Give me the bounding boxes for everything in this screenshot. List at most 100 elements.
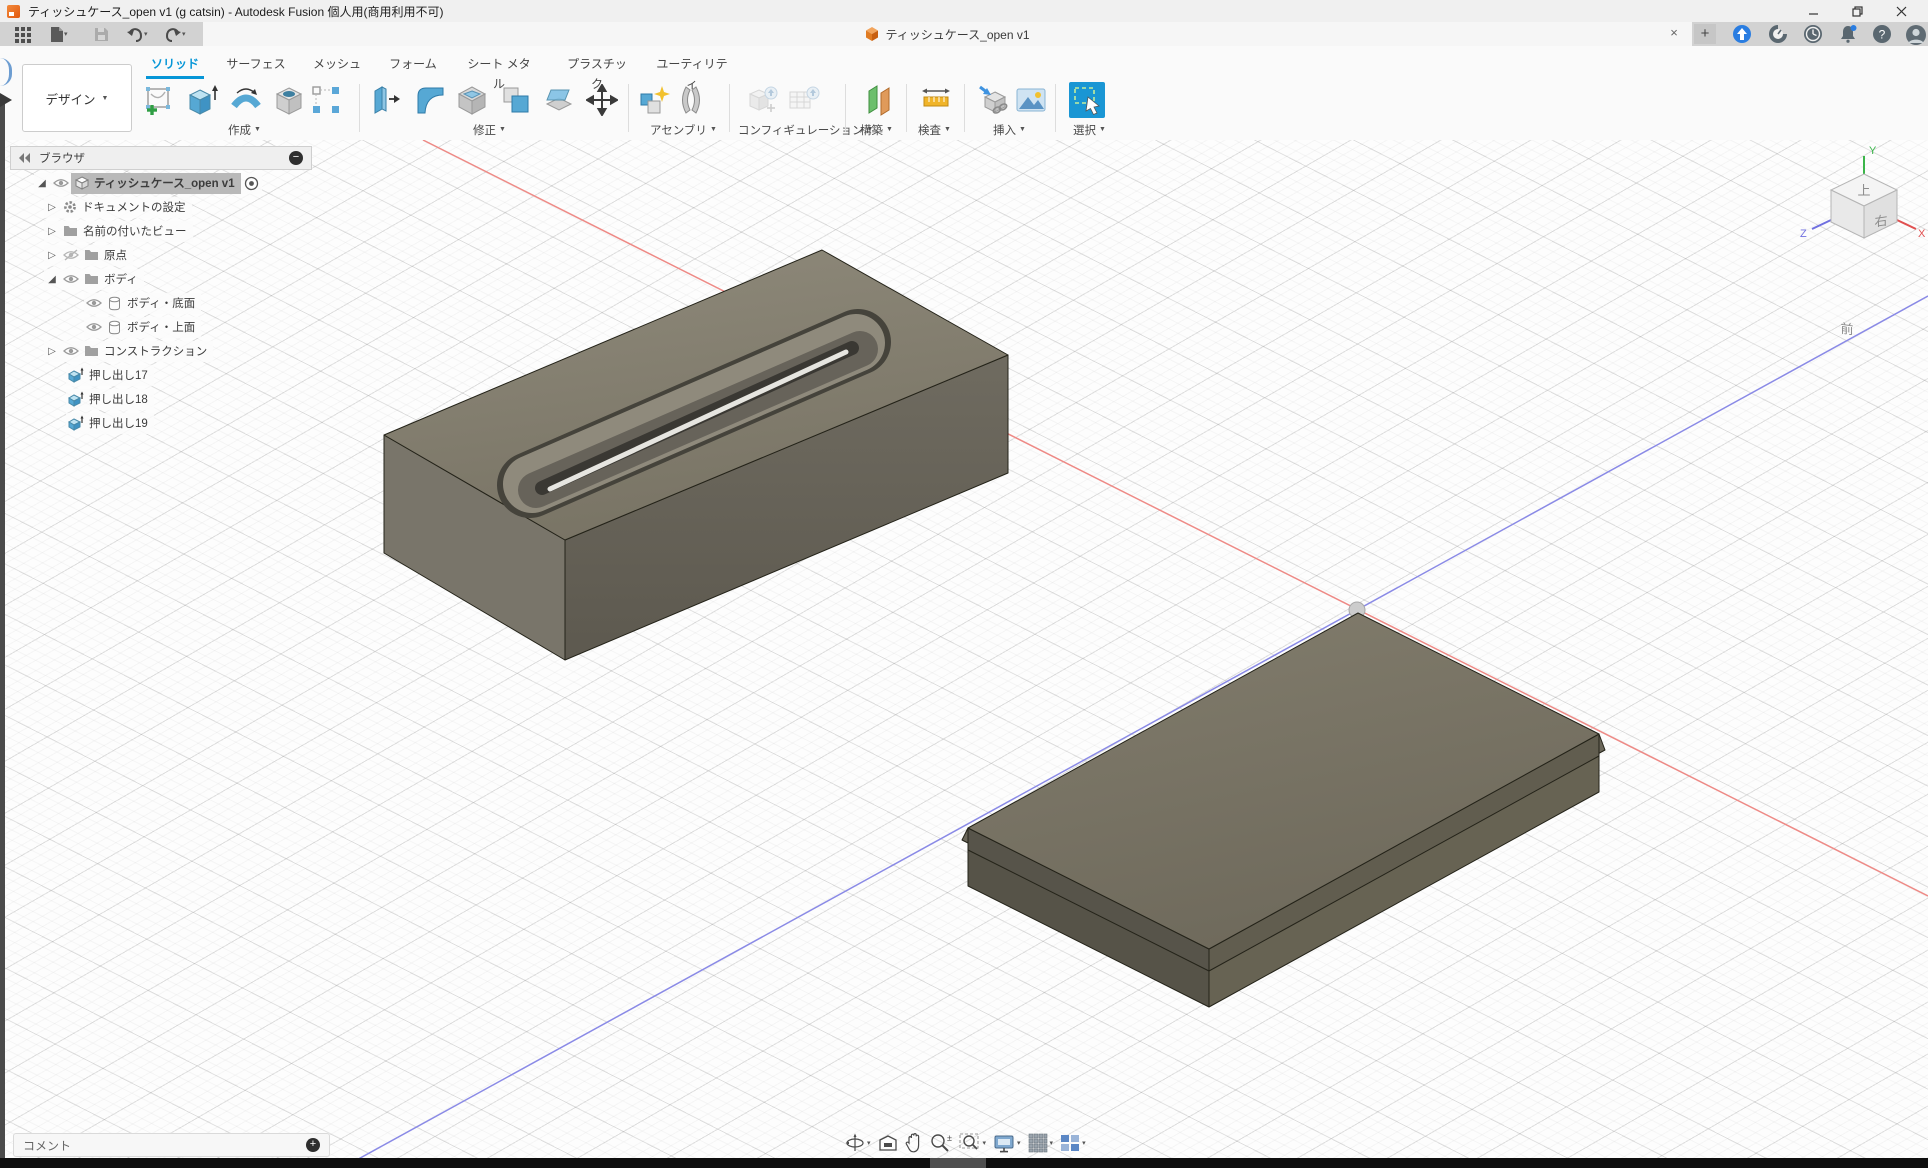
body-bottom-plate[interactable] bbox=[962, 613, 1605, 1007]
browser-item-document-settings[interactable]: ▷ ドキュメントの設定 bbox=[10, 196, 312, 218]
expander-closed-icon[interactable]: ▷ bbox=[46, 202, 58, 213]
notifications-icon[interactable] bbox=[1838, 24, 1858, 44]
create-sketch-icon[interactable] bbox=[143, 84, 175, 116]
tab-form[interactable]: フォーム bbox=[386, 54, 440, 76]
visibility-off-eye-icon[interactable] bbox=[63, 249, 79, 261]
orbit-button[interactable]: ▾ bbox=[845, 1133, 871, 1153]
select-group-label[interactable]: 選択▼ bbox=[1073, 122, 1106, 137]
tab-mesh[interactable]: メッシュ bbox=[312, 54, 362, 76]
body-top-box[interactable] bbox=[384, 250, 1008, 660]
new-tab-button[interactable]: + bbox=[1694, 24, 1716, 44]
hole-icon[interactable] bbox=[273, 84, 305, 116]
zoom-button[interactable]: ± bbox=[930, 1133, 952, 1153]
add-comment-icon[interactable]: + bbox=[306, 1138, 320, 1152]
look-at-button[interactable] bbox=[878, 1134, 898, 1152]
combine-icon[interactable] bbox=[500, 84, 532, 116]
browser-item-origin[interactable]: ▷ 原点 bbox=[10, 244, 312, 266]
activate-radio-icon[interactable] bbox=[244, 176, 259, 191]
browser-item-body-top[interactable]: ボディ・上面 bbox=[10, 316, 312, 338]
construction-plane-icon[interactable] bbox=[862, 84, 894, 116]
body-cylinder-icon bbox=[107, 296, 122, 311]
extensions-icon[interactable] bbox=[1732, 24, 1752, 44]
redo-button[interactable]: ▾ bbox=[164, 24, 186, 44]
configuration-group-label[interactable]: コンフィギュレーション▼ bbox=[738, 122, 873, 137]
collapse-panel-icon[interactable] bbox=[19, 153, 31, 163]
insert-derive-icon[interactable] bbox=[977, 84, 1009, 116]
configuration-table-icon[interactable] bbox=[788, 84, 820, 116]
configuration-icon[interactable] bbox=[747, 84, 779, 116]
select-button[interactable] bbox=[1069, 82, 1105, 118]
measure-icon[interactable] bbox=[920, 84, 952, 116]
browser-item-extrude17[interactable]: 押し出し17 bbox=[10, 364, 312, 386]
revolve-icon[interactable] bbox=[230, 84, 262, 116]
viewports-button[interactable]: ▾ bbox=[1060, 1134, 1086, 1152]
recent-activity-icon[interactable] bbox=[1803, 24, 1823, 44]
viewport-canvas[interactable]: 上 前 右 Y Z X ブラウザ − ◢ bbox=[0, 140, 1928, 1168]
browser-item-bodies[interactable]: ◢ ボディ bbox=[10, 268, 312, 290]
pattern-icon[interactable] bbox=[310, 84, 342, 116]
tab-solid[interactable]: ソリッド bbox=[146, 54, 204, 79]
close-button[interactable] bbox=[1879, 0, 1923, 22]
extrude-feature-icon bbox=[68, 415, 84, 431]
browser-item-named-views[interactable]: ▷ 名前の付いたビュー bbox=[10, 220, 312, 242]
visibility-eye-icon[interactable] bbox=[63, 346, 79, 356]
visibility-eye-icon[interactable] bbox=[63, 274, 79, 284]
browser-item-body-bottom[interactable]: ボディ・底面 bbox=[10, 292, 312, 314]
browser-panel: ブラウザ − ◢ ティッシュケース_open v1 bbox=[10, 146, 312, 434]
profile-avatar[interactable] bbox=[1905, 24, 1925, 44]
job-status-icon[interactable] bbox=[1768, 24, 1788, 44]
canvas-image-icon[interactable] bbox=[1015, 84, 1047, 116]
expander-closed-icon[interactable]: ▷ bbox=[46, 226, 58, 237]
close-tab-icon[interactable]: × bbox=[1666, 25, 1682, 41]
shell-icon[interactable] bbox=[456, 84, 488, 116]
ribbon-separator bbox=[359, 84, 360, 132]
save-button[interactable] bbox=[94, 24, 109, 44]
visibility-eye-icon[interactable] bbox=[86, 322, 102, 332]
pan-hand-icon bbox=[905, 1133, 923, 1153]
insert-group-label[interactable]: 挿入▼ bbox=[993, 122, 1026, 137]
tab-sheet-metal[interactable]: シート メタル bbox=[462, 54, 536, 76]
browser-header[interactable]: ブラウザ − bbox=[10, 146, 312, 170]
browser-item-extrude19[interactable]: 押し出し19 bbox=[10, 412, 312, 434]
help-icon[interactable]: ? bbox=[1872, 24, 1892, 44]
joint-icon[interactable] bbox=[675, 84, 707, 116]
document-tab[interactable]: ティッシュケース_open v1 × bbox=[203, 22, 1692, 46]
move-icon[interactable] bbox=[586, 84, 618, 116]
press-pull-icon[interactable] bbox=[369, 84, 401, 116]
tab-surface[interactable]: サーフェス bbox=[224, 54, 288, 76]
grid-snap-button[interactable]: ▾ bbox=[1028, 1133, 1054, 1153]
workspace-selector[interactable]: デザイン ▼ bbox=[22, 64, 132, 132]
tab-plastic[interactable]: プラスチック bbox=[564, 54, 630, 76]
extrude-icon[interactable] bbox=[187, 84, 219, 116]
new-component-icon[interactable] bbox=[638, 84, 670, 116]
create-group-label[interactable]: 作成▼ bbox=[228, 122, 261, 137]
pan-button[interactable] bbox=[905, 1133, 923, 1153]
ribbon-toolbar: デザイン ▼ ソリッド サーフェス メッシュ フォーム シート メタル プラスチ… bbox=[0, 46, 1928, 141]
display-settings-button[interactable]: ▾ bbox=[993, 1134, 1021, 1153]
view-cube[interactable]: 上 前 右 Y Z X bbox=[1800, 145, 1926, 337]
expander-open-icon[interactable]: ◢ bbox=[36, 178, 48, 189]
fit-button[interactable]: ▾ bbox=[959, 1133, 987, 1153]
construct-group-label[interactable]: 構築▼ bbox=[860, 122, 893, 137]
expander-closed-icon[interactable]: ▷ bbox=[46, 346, 58, 357]
comment-bar[interactable]: コメント + bbox=[13, 1133, 330, 1157]
undo-button[interactable]: ▾ bbox=[126, 24, 148, 44]
inspect-group-label[interactable]: 検査▼ bbox=[918, 122, 951, 137]
expander-closed-icon[interactable]: ▷ bbox=[46, 250, 58, 261]
visibility-eye-icon[interactable] bbox=[53, 178, 69, 188]
browser-item-construction[interactable]: ▷ コンストラクション bbox=[10, 340, 312, 362]
file-menu-button[interactable]: ▾ bbox=[50, 24, 68, 44]
browser-item-extrude18[interactable]: 押し出し18 bbox=[10, 388, 312, 410]
tab-utilities[interactable]: ユーティリティ bbox=[652, 54, 732, 76]
fillet-icon[interactable] bbox=[414, 84, 446, 116]
visibility-eye-icon[interactable] bbox=[86, 298, 102, 308]
split-body-icon[interactable] bbox=[543, 84, 575, 116]
restore-button[interactable] bbox=[1835, 0, 1879, 22]
app-grid-icon[interactable] bbox=[14, 24, 31, 44]
assemble-group-label[interactable]: アセンブリ▼ bbox=[650, 122, 717, 137]
collapse-all-icon[interactable]: − bbox=[289, 151, 303, 165]
browser-item-root[interactable]: ◢ ティッシュケース_open v1 bbox=[10, 172, 312, 194]
modify-group-label[interactable]: 修正▼ bbox=[473, 122, 506, 137]
minimize-button[interactable] bbox=[1791, 0, 1835, 22]
expander-open-icon[interactable]: ◢ bbox=[46, 274, 58, 285]
